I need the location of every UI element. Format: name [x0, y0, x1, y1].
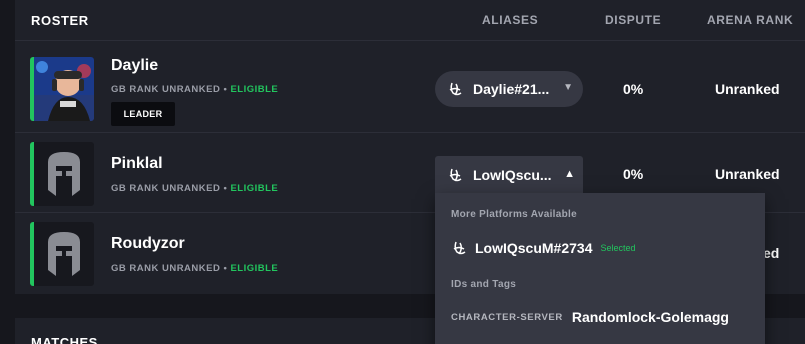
character-server-value: Randomlock-Golemagg [571, 309, 729, 325]
selected-label: Selected [600, 243, 636, 253]
avatar[interactable] [30, 142, 94, 206]
section-heading-ids: IDs and Tags [451, 279, 517, 290]
player-name[interactable]: Pinklal [111, 155, 163, 173]
player-rank-line: GB RANK UNRANKED • ELIGIBLE [111, 263, 278, 274]
battlenet-icon [449, 82, 462, 96]
eligibility-status: ELIGIBLE [230, 183, 279, 194]
roster-title: ROSTER [31, 12, 89, 28]
dispute-value: 0% [623, 81, 644, 97]
player-photo [34, 57, 94, 121]
matches-title: MATCHES [31, 335, 98, 344]
battlenet-icon [449, 168, 462, 182]
avatar[interactable] [30, 57, 94, 121]
player-name[interactable]: Roudyzor [111, 235, 185, 253]
gb-rank: GB RANK UNRANKED [111, 84, 221, 95]
character-server-entry[interactable]: CHARACTER-SERVER Randomlock-Golemagg [451, 309, 729, 325]
helmet-icon [48, 232, 80, 276]
player-rank-line: GB RANK UNRANKED • ELIGIBLE [111, 183, 278, 194]
arena-rank-value: ed [763, 245, 780, 261]
battlenet-icon [453, 241, 466, 255]
separator: • [223, 263, 228, 274]
alias-selector[interactable]: Daylie#21... ▼ [435, 71, 583, 107]
alias-text: Daylie#21... [473, 81, 550, 97]
gb-rank: GB RANK UNRANKED [111, 263, 221, 274]
alias-text: LowIQscu... [473, 167, 552, 183]
column-header-aliases: ALIASES [482, 13, 539, 27]
avatar[interactable] [30, 222, 94, 286]
gb-rank: GB RANK UNRANKED [111, 183, 221, 194]
chevron-up-icon: ▲ [564, 168, 575, 180]
arena-rank-value: Unranked [715, 81, 780, 97]
alias-selector[interactable]: LowIQscu... ▲ [435, 156, 583, 194]
column-header-arena-rank: ARENA RANK [707, 13, 794, 27]
helmet-icon [48, 152, 80, 196]
alias-dropdown-menu: More Platforms Available LowIQscuM#2734 … [435, 193, 765, 344]
arena-rank-value: Unranked [715, 166, 780, 182]
leader-badge: LEADER [111, 102, 175, 126]
chevron-down-icon: ▼ [563, 82, 573, 93]
player-name[interactable]: Daylie [111, 57, 158, 75]
separator: • [223, 84, 228, 95]
player-rank-line: GB RANK UNRANKED • ELIGIBLE [111, 84, 278, 95]
eligibility-status: ELIGIBLE [230, 263, 279, 274]
dispute-value: 0% [623, 166, 644, 182]
eligibility-status: ELIGIBLE [230, 84, 279, 95]
column-header-dispute: DISPUTE [605, 13, 662, 27]
roster-row: Daylie GB RANK UNRANKED • ELIGIBLE LEADE… [15, 40, 805, 126]
platform-alias-option[interactable]: LowIQscuM#2734 Selected [451, 240, 636, 256]
character-server-label: CHARACTER-SERVER [451, 311, 563, 323]
platform-alias-text: LowIQscuM#2734 [475, 240, 593, 256]
separator: • [223, 183, 228, 194]
section-heading-platforms: More Platforms Available [451, 209, 577, 220]
